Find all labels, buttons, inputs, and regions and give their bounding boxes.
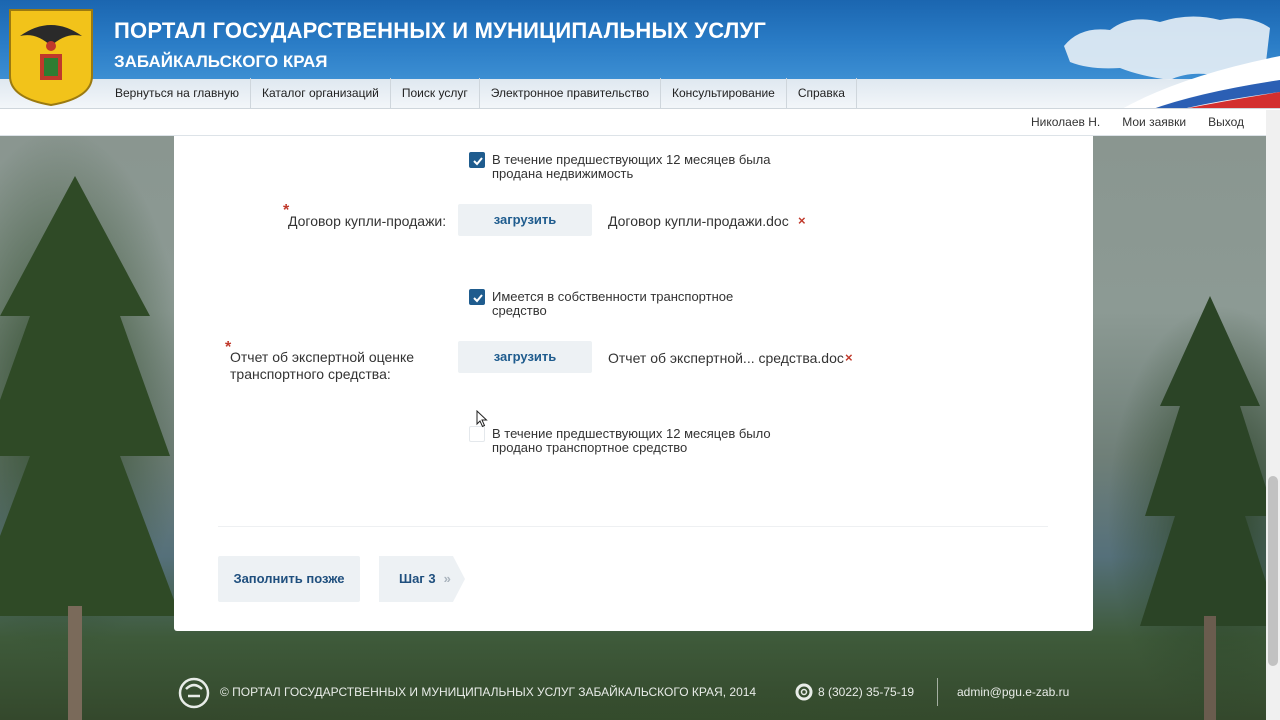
checkbox-property-sold-label: В течение предшествующих 12 месяцев была… [492,152,771,181]
lifebuoy-icon [795,683,813,706]
my-requests-link[interactable]: Мои заявки [1122,109,1186,135]
checkbox-vehicle-sold-label: В течение предшествующих 12 месяцев было… [492,426,771,455]
nav-e-government[interactable]: Электронное правительство [480,78,662,108]
chevron-right-icon: » [443,571,451,586]
fill-later-button[interactable]: Заполнить позже [218,556,360,602]
nav-consulting[interactable]: Консультирование [661,78,787,108]
checkbox-vehicle-owned-label: Имеется в собственности транспортное сре… [492,289,734,318]
russia-map-flag-decor [1060,6,1280,110]
footer-copyright: © ПОРТАЛ ГОСУДАРСТВЕННЫХ И МУНИЦИПАЛЬНЫХ… [220,685,757,699]
remove-file-icon[interactable]: × [845,350,853,365]
sale-contract-upload-button[interactable]: загрузить [458,204,592,236]
checkbox-property-sold[interactable] [469,152,485,168]
mouse-cursor-icon [476,409,488,433]
logout-link[interactable]: Выход [1208,109,1244,135]
next-step-label: Шаг 3 [399,571,436,586]
sale-contract-label: Договор купли-продажи: [288,213,447,229]
nav-home[interactable]: Вернуться на главную [104,78,251,108]
site-footer: © ПОРТАЛ ГОСУДАРСТВЕННЫХ И МУНИЦИПАЛЬНЫХ… [0,668,1280,720]
form-divider [218,526,1048,527]
user-name-link[interactable]: Николаев Н. [1031,109,1100,135]
portal-logo-icon [177,676,211,715]
emblem-logo[interactable] [6,6,96,107]
tree-left-decor [0,176,180,720]
checkmark-icon [473,157,483,166]
footer-separator [937,678,938,706]
site-title: ПОРТАЛ ГОСУДАРСТВЕННЫХ И МУНИЦИПАЛЬНЫХ У… [114,18,767,43]
remove-file-icon[interactable]: × [798,213,806,228]
vehicle-appraisal-file-name[interactable]: Отчет об экспертной... средства.doc [608,350,844,366]
footer-email-link[interactable]: admin@pgu.e-zab.ru [957,685,1069,699]
nav-service-search[interactable]: Поиск услуг [391,78,480,108]
vehicle-appraisal-label: Отчет об экспертной оценке транспортного… [230,349,415,382]
site-subtitle: ЗАБАЙКАЛЬСКОГО КРАЯ [114,52,328,71]
site-header: ПОРТАЛ ГОСУДАРСТВЕННЫХ И МУНИЦИПАЛЬНЫХ У… [0,0,1280,110]
next-step-button[interactable]: Шаг 3 » [379,556,465,602]
nav-org-catalog[interactable]: Каталог организаций [251,78,391,108]
form-card: В течение предшествующих 12 месяцев была… [174,136,1093,631]
sale-contract-file-name[interactable]: Договор купли-продажи.doc [608,213,789,229]
vehicle-appraisal-upload-button[interactable]: загрузить [458,341,592,373]
checkmark-icon [473,294,483,303]
checkbox-vehicle-owned[interactable] [469,289,485,305]
main-nav: Вернуться на главную Каталог организаций… [104,78,857,108]
footer-phone: 8 (3022) 35-75-19 [818,685,915,699]
tree-right-decor [1140,296,1280,720]
scrollbar-thumb[interactable] [1268,476,1278,666]
nav-help[interactable]: Справка [787,78,857,108]
user-bar: Николаев Н. Мои заявки Выход [0,108,1280,136]
